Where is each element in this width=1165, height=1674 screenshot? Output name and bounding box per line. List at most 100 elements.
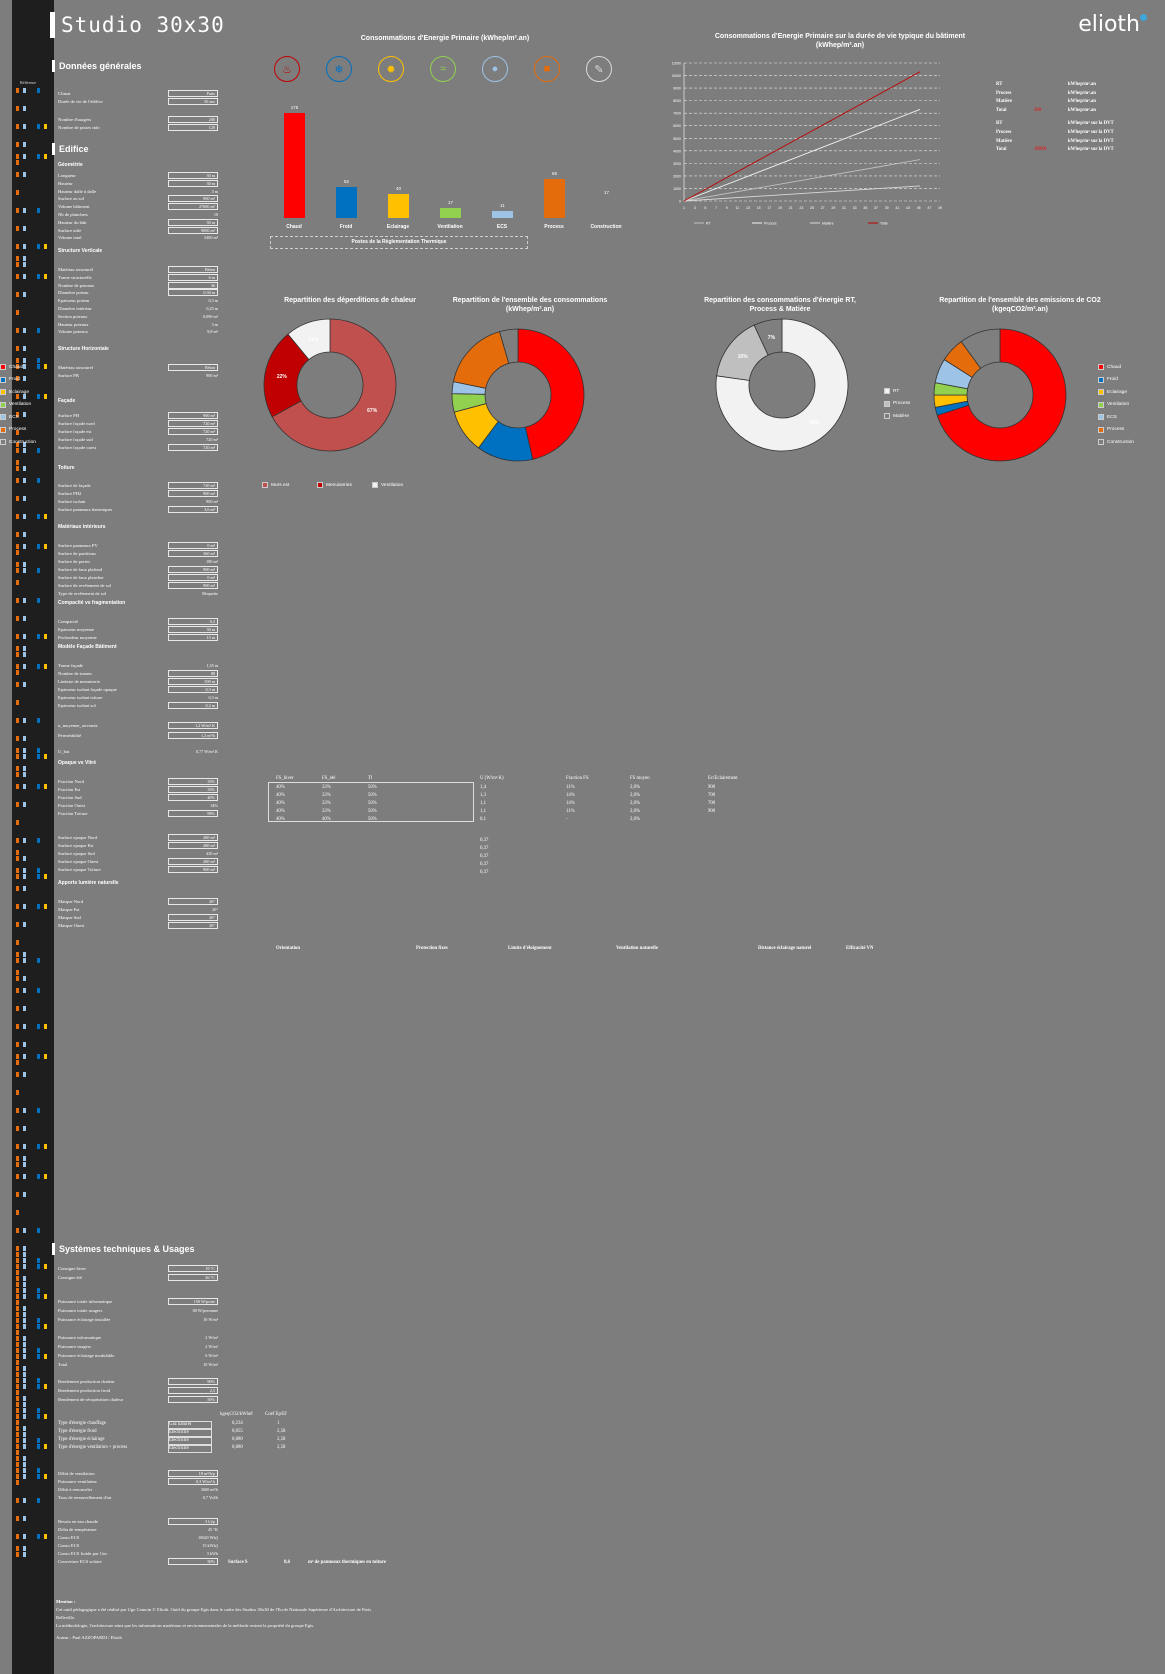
sidebar-flag [16,1546,19,1551]
sidebar-flag [44,664,47,669]
parameter-input[interactable]: Paris [168,90,218,97]
parameter-input[interactable]: 50% [168,1558,218,1565]
parameter-input[interactable]: 900 m² [168,490,218,497]
parameter-input[interactable]: 20° [168,922,218,929]
energy-coef: 2,58 [277,1437,286,1442]
sidebar-flag [37,1264,40,1269]
parameter-input[interactable]: 480 m² [168,858,218,865]
legend-item: Process [1098,426,1124,433]
parameter-label: Débit à renouveler [58,1487,93,1492]
sidebar-flag [44,124,47,129]
parameter-input[interactable]: 200 [168,116,218,123]
parameter-input[interactable]: 30 m [168,218,218,226]
energy-coef: 1 [277,1421,280,1426]
parameter-input[interactable]: 20° [168,914,218,921]
parameter-input[interactable]: 26 °C [168,1274,218,1281]
parameter-input[interactable]: 360 m² [168,550,218,557]
parameter-input[interactable]: 3 l/j/p [168,1518,218,1525]
opaque-table-cell: - [566,817,568,822]
parameter-input[interactable]: 720 m² [168,482,218,489]
sidebar-flag [16,1408,19,1413]
parameter-input[interactable]: 1,2 m³/h [168,732,218,739]
energy-type-select[interactable]: Gaz naturel [168,1421,212,1429]
parameter-input[interactable]: 90% [168,1378,218,1385]
x-tick-label: 35 [863,206,867,210]
sidebar-flag [16,1246,19,1251]
parameter-input[interactable]: 0 m² [168,574,218,581]
parameter-input[interactable]: 36 [168,281,218,289]
parameter-input[interactable]: 18 m³/h/p [168,1470,218,1477]
parameter-input[interactable]: 720 m² [168,428,218,435]
solar-header-cell: Ventilation naturelle [616,946,658,951]
opaque-table-cell: 700 [708,793,716,798]
parameter-input[interactable]: Béton [168,266,218,273]
parameter-row: Masque Sud 20° [58,914,223,921]
parameter-input[interactable]: Béton [168,364,218,371]
parameter-input[interactable]: 500 m [168,678,218,685]
parameter-label: Surface façade ouest [58,445,97,450]
legend-swatch [372,482,378,488]
parameter-input[interactable]: 0,3 m [168,686,218,693]
sidebar-flag [23,1306,26,1311]
parameter-input[interactable]: 50 ans [168,98,218,105]
sidebar-flag [16,310,19,315]
parameter-label: Masque Sud [58,915,81,920]
parameter-input[interactable]: 30 m [168,626,218,633]
sidebar-flag [23,1252,26,1257]
parameter-row: Puissance éclairage installée 10 W/m² [58,1316,223,1323]
parameter-input[interactable]: 900 m² [168,582,218,589]
parameter-input[interactable]: 480 m² [168,842,218,849]
parameter-input[interactable]: 33% [168,786,218,793]
parameter-input[interactable]: 20° [168,898,218,905]
parameter-input[interactable]: 0,30 m [168,289,218,297]
parameter-input[interactable]: 720 m² [168,444,218,451]
summary-key: Matière [996,138,1013,144]
energy-type-select[interactable]: Electricité [168,1437,212,1445]
parameter-input[interactable]: 1,2 W/m².K [168,722,218,729]
sidebar-flag [16,748,19,753]
parameter-input[interactable]: 30 m [168,172,218,179]
sidebar-flag [16,1432,19,1437]
parameter-input[interactable]: 720 m² [168,420,218,427]
parameter-row: Hauteur 30 m [58,179,223,187]
legend-label: Construction [9,439,36,445]
parameter-input[interactable]: 99% [168,810,218,817]
opaque-table-cell: 33% [322,809,331,814]
parameter-input[interactable]: 900 m² [168,195,218,203]
sidebar-flag [37,1294,40,1299]
parameter-input[interactable]: 2,5 [168,1387,218,1394]
parameter-input[interactable]: 3,6 m² [168,506,218,513]
parameter-input[interactable]: 6 m [168,273,218,281]
parameter-input[interactable]: 27000 m³ [168,203,218,211]
y-tick-label: 8000 [673,99,681,103]
parameter-row: Surface de faux plafond 900 m² [58,566,223,573]
parameter-input[interactable]: 900 m² [168,866,218,873]
parameter-input[interactable]: 33% [168,778,218,785]
parameter-input[interactable]: 9000 m² [168,226,218,234]
opaque-table-cell: 11% [566,809,575,814]
parameter-input[interactable]: 0,3 W/m³.h [168,1478,218,1485]
parameter-input[interactable]: 30 m [168,179,218,187]
parameter-row: Surface opaque Est 480 m² [58,842,223,849]
energy-type-select[interactable]: Electricité [168,1445,212,1453]
parameter-input[interactable]: 900 m² [168,566,218,573]
parameter-input[interactable]: 480 m² [168,834,218,841]
parameter-input[interactable]: 0,2 [168,618,218,625]
parameter-value: 0,7 Vol/h [202,1495,218,1500]
sidebar-flag [44,364,47,369]
parameter-input[interactable]: 0,2 m [168,702,218,709]
parameter-input[interactable]: 88 [168,670,218,677]
parameter-input[interactable]: 50% [168,1396,218,1403]
sidebar-flag [23,646,26,651]
parameter-input[interactable]: 0 m² [168,542,218,549]
parameter-input[interactable]: 40% [168,794,218,801]
parameter-row: Fraction Toiture 99% [58,810,223,817]
parameter-input[interactable]: 15 m [168,634,218,641]
energy-type-select[interactable]: Electricité [168,1429,212,1437]
opaque-table-header: U (W/m².K) [480,776,504,781]
parameter-input[interactable]: 150 W/poste [168,1298,218,1305]
y-tick-label: 4000 [673,149,681,153]
parameter-input[interactable]: 19 °C [168,1265,218,1272]
parameter-input[interactable]: 120 [168,124,218,131]
parameter-input[interactable]: 900 m² [168,412,218,419]
